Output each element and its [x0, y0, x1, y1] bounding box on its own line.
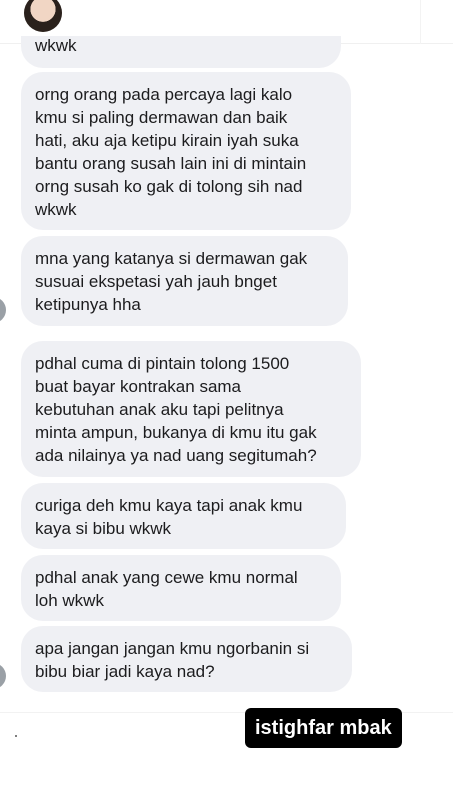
profile-avatar[interactable] — [24, 0, 62, 32]
message-bubble: apa jangan jangan kmu ngorbanin si bibu … — [21, 626, 352, 692]
message-bubble: pdhal anak yang cewe kmu normal loh wkwk — [21, 555, 341, 621]
sender-avatar[interactable] — [0, 663, 6, 689]
message-bubble: curiga deh kmu kaya tapi anak kmu kaya s… — [21, 483, 346, 549]
message-bubble: mna yang katanya si dermawan gak susuai … — [21, 236, 348, 326]
sender-avatar[interactable] — [0, 297, 6, 323]
message-bubble: pdhal cuma di pintain tolong 1500 buat b… — [21, 341, 361, 477]
caption-label: istighfar mbak — [245, 708, 402, 748]
dot — [15, 735, 17, 737]
message-bubble: wkwk — [21, 36, 341, 68]
message-bubble: orng orang pada percaya lagi kalo kmu si… — [21, 72, 351, 230]
header-edge — [420, 0, 421, 44]
